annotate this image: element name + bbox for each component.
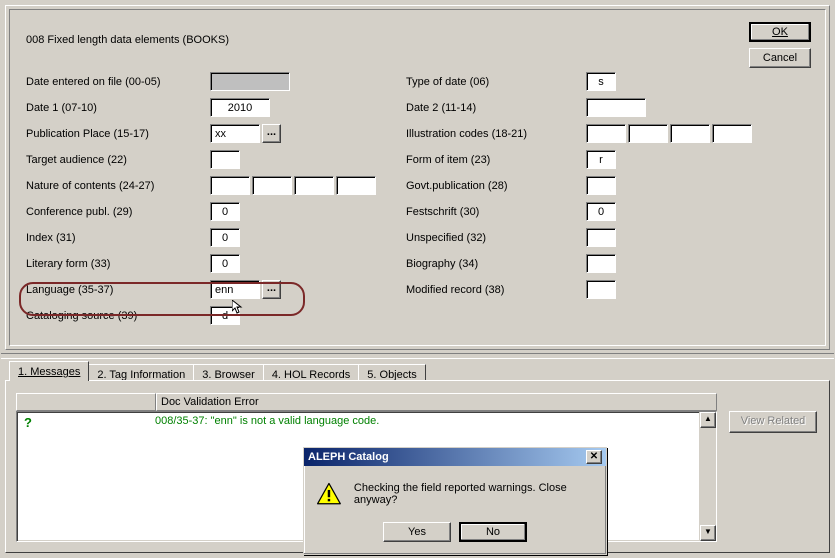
label-type-date: Type of date (06) <box>406 72 576 92</box>
label-date2: Date 2 (11-14) <box>406 98 576 118</box>
panel-buttons: OK Cancel <box>749 22 811 68</box>
input-catsrc[interactable] <box>210 306 240 325</box>
dialog-body: Checking the field reported warnings. Cl… <box>304 466 606 554</box>
cancel-button[interactable]: Cancel <box>749 48 811 68</box>
label-fest: Festschrift (30) <box>406 202 576 222</box>
input-nature-0[interactable] <box>210 176 250 195</box>
input-ill-2[interactable] <box>670 124 710 143</box>
message-text: 008/35-37: "enn" is not a valid language… <box>35 415 379 427</box>
input-modrec[interactable] <box>586 280 616 299</box>
picker-pub-place[interactable]: ... <box>262 124 281 143</box>
input-date2[interactable] <box>586 98 646 117</box>
ok-button[interactable]: OK <box>749 22 811 42</box>
label-modrec: Modified record (38) <box>406 280 576 300</box>
input-unspec[interactable] <box>586 228 616 247</box>
label-date1: Date 1 (07-10) <box>26 98 196 118</box>
label-litform: Literary form (33) <box>26 254 196 274</box>
messages-header-col2[interactable]: Doc Validation Error <box>156 393 717 411</box>
dialog-warning: ALEPH Catalog ✕ Checking the field repor… <box>303 447 607 555</box>
label-index: Index (31) <box>26 228 196 248</box>
input-ill-0[interactable] <box>586 124 626 143</box>
input-date-entered <box>210 72 290 91</box>
scroll-down-button[interactable]: ▼ <box>700 525 716 541</box>
input-language[interactable] <box>210 280 260 299</box>
label-bio: Biography (34) <box>406 254 576 274</box>
input-nature-1[interactable] <box>252 176 292 195</box>
input-type-date[interactable] <box>586 72 616 91</box>
input-form-item[interactable] <box>586 150 616 169</box>
label-ill: Illustration codes (18-21) <box>406 124 576 144</box>
form-panel: 008 Fixed length data elements (BOOKS) O… <box>5 5 830 350</box>
message-row[interactable]: ? 008/35-37: "enn" is not a valid langua… <box>17 412 716 433</box>
input-nature-3[interactable] <box>336 176 376 195</box>
input-litform[interactable] <box>210 254 240 273</box>
input-index[interactable] <box>210 228 240 247</box>
label-form-item: Form of item (23) <box>406 150 576 170</box>
label-govt: Govt.publication (28) <box>406 176 576 196</box>
no-button[interactable]: No <box>459 522 527 542</box>
input-pub-place[interactable] <box>210 124 260 143</box>
close-button[interactable]: ✕ <box>586 450 602 464</box>
question-icon: ? <box>21 415 35 430</box>
label-pub-place: Publication Place (15-17) <box>26 124 196 144</box>
form-grid: Date entered on file (00-05) Type of dat… <box>26 72 715 332</box>
app-window: 008 Fixed length data elements (BOOKS) O… <box>0 0 835 558</box>
label-unspec: Unspecified (32) <box>406 228 576 248</box>
messages-header-col1[interactable] <box>16 393 156 411</box>
input-fest[interactable] <box>586 202 616 221</box>
splitter[interactable] <box>1 353 834 359</box>
input-bio[interactable] <box>586 254 616 273</box>
panel-title: 008 Fixed length data elements (BOOKS) <box>26 34 229 46</box>
yes-button[interactable]: Yes <box>383 522 451 542</box>
form-panel-inner: 008 Fixed length data elements (BOOKS) O… <box>9 9 826 346</box>
label-date-entered: Date entered on file (00-05) <box>26 72 196 92</box>
dialog-titlebar[interactable]: ALEPH Catalog ✕ <box>304 448 606 466</box>
label-nature: Nature of contents (24-27) <box>26 176 196 196</box>
label-catsrc: Cataloging source (39) <box>26 306 196 326</box>
input-conf[interactable] <box>210 202 240 221</box>
input-date1[interactable] <box>210 98 270 117</box>
label-target-aud: Target audience (22) <box>26 150 196 170</box>
input-ill-3[interactable] <box>712 124 752 143</box>
input-target-aud[interactable] <box>210 150 240 169</box>
input-ill-1[interactable] <box>628 124 668 143</box>
tab-bar: 1. Messages 2. Tag Information 3. Browse… <box>9 361 425 381</box>
dialog-text: Checking the field reported warnings. Cl… <box>354 482 594 506</box>
warning-icon <box>316 480 342 508</box>
dialog-title: ALEPH Catalog <box>308 448 389 466</box>
input-nature-2[interactable] <box>294 176 334 195</box>
scroll-up-button[interactable]: ▲ <box>700 412 716 428</box>
view-related-button: View Related <box>729 411 817 433</box>
input-govt[interactable] <box>586 176 616 195</box>
picker-language[interactable]: ... <box>262 280 281 299</box>
messages-header: Doc Validation Error <box>16 393 717 411</box>
label-language: Language (35-37) <box>26 280 196 300</box>
tab-messages[interactable]: 1. Messages <box>9 361 89 381</box>
label-conf: Conference publ. (29) <box>26 202 196 222</box>
scrollbar[interactable]: ▲ ▼ <box>699 412 716 541</box>
